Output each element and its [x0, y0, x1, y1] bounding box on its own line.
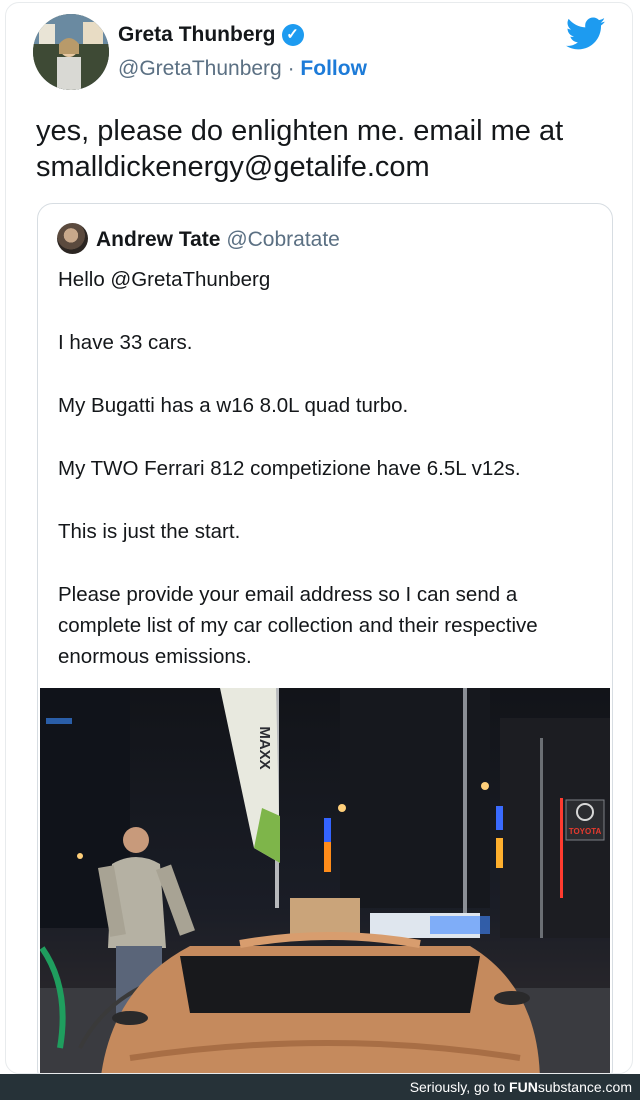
quoted-author-row: Andrew Tate @Cobratate: [96, 228, 340, 252]
separator-dot: ·: [287, 57, 295, 80]
gas-station-car-scene: TOYOTA MAXX: [40, 688, 610, 1073]
twitter-bird-icon[interactable]: [566, 17, 606, 51]
author-avatar[interactable]: [33, 14, 109, 90]
tweet-photo[interactable]: TOYOTA MAXX: [40, 688, 610, 1073]
tweet-card: Greta Thunberg ✓ @GretaThunberg · Follow…: [5, 2, 633, 1074]
banner-sign: MAXX: [256, 726, 273, 769]
quoted-paragraph: My TWO Ferrari 812 competizione have 6.5…: [58, 457, 521, 480]
quoted-author-name[interactable]: Andrew Tate: [96, 228, 220, 251]
footer-prefix: Seriously, go to: [409, 1079, 510, 1095]
quoted-author-handle[interactable]: @Cobratate: [226, 228, 340, 251]
quoted-paragraph: Hello @GretaThunberg: [58, 268, 271, 291]
quoted-paragraph: I have 33 cars.: [58, 331, 193, 354]
author-name[interactable]: Greta Thunberg: [118, 23, 276, 47]
tweet-text: yes, please do enlighten me. email me at…: [36, 115, 564, 183]
quoted-paragraph: My Bugatti has a w16 8.0L quad turbo.: [58, 394, 409, 417]
author-name-row: Greta Thunberg ✓: [118, 23, 304, 47]
quoted-author-avatar[interactable]: [57, 223, 88, 254]
author-handle[interactable]: @GretaThunberg: [118, 57, 282, 80]
quoted-tweet[interactable]: Andrew Tate @Cobratate Hello @GretaThunb…: [37, 203, 613, 1073]
avatar-photo: [33, 14, 109, 90]
quoted-paragraph: This is just the start.: [58, 520, 241, 543]
quoted-tweet-text: Hello @GretaThunberg I have 33 cars. My …: [58, 264, 598, 704]
author-handle-row: @GretaThunberg · Follow: [118, 57, 367, 81]
footer-site-rest: substance.com: [537, 1079, 632, 1095]
follow-button[interactable]: Follow: [300, 57, 367, 80]
toyota-sign: TOYOTA: [569, 827, 602, 836]
footer-site-bold: FUN: [509, 1079, 538, 1095]
watermark-footer: Seriously, go to FUNsubstance.com: [0, 1074, 640, 1100]
verified-badge-icon: ✓: [281, 24, 304, 46]
quoted-paragraph: Please provide your email address so I c…: [58, 583, 538, 668]
